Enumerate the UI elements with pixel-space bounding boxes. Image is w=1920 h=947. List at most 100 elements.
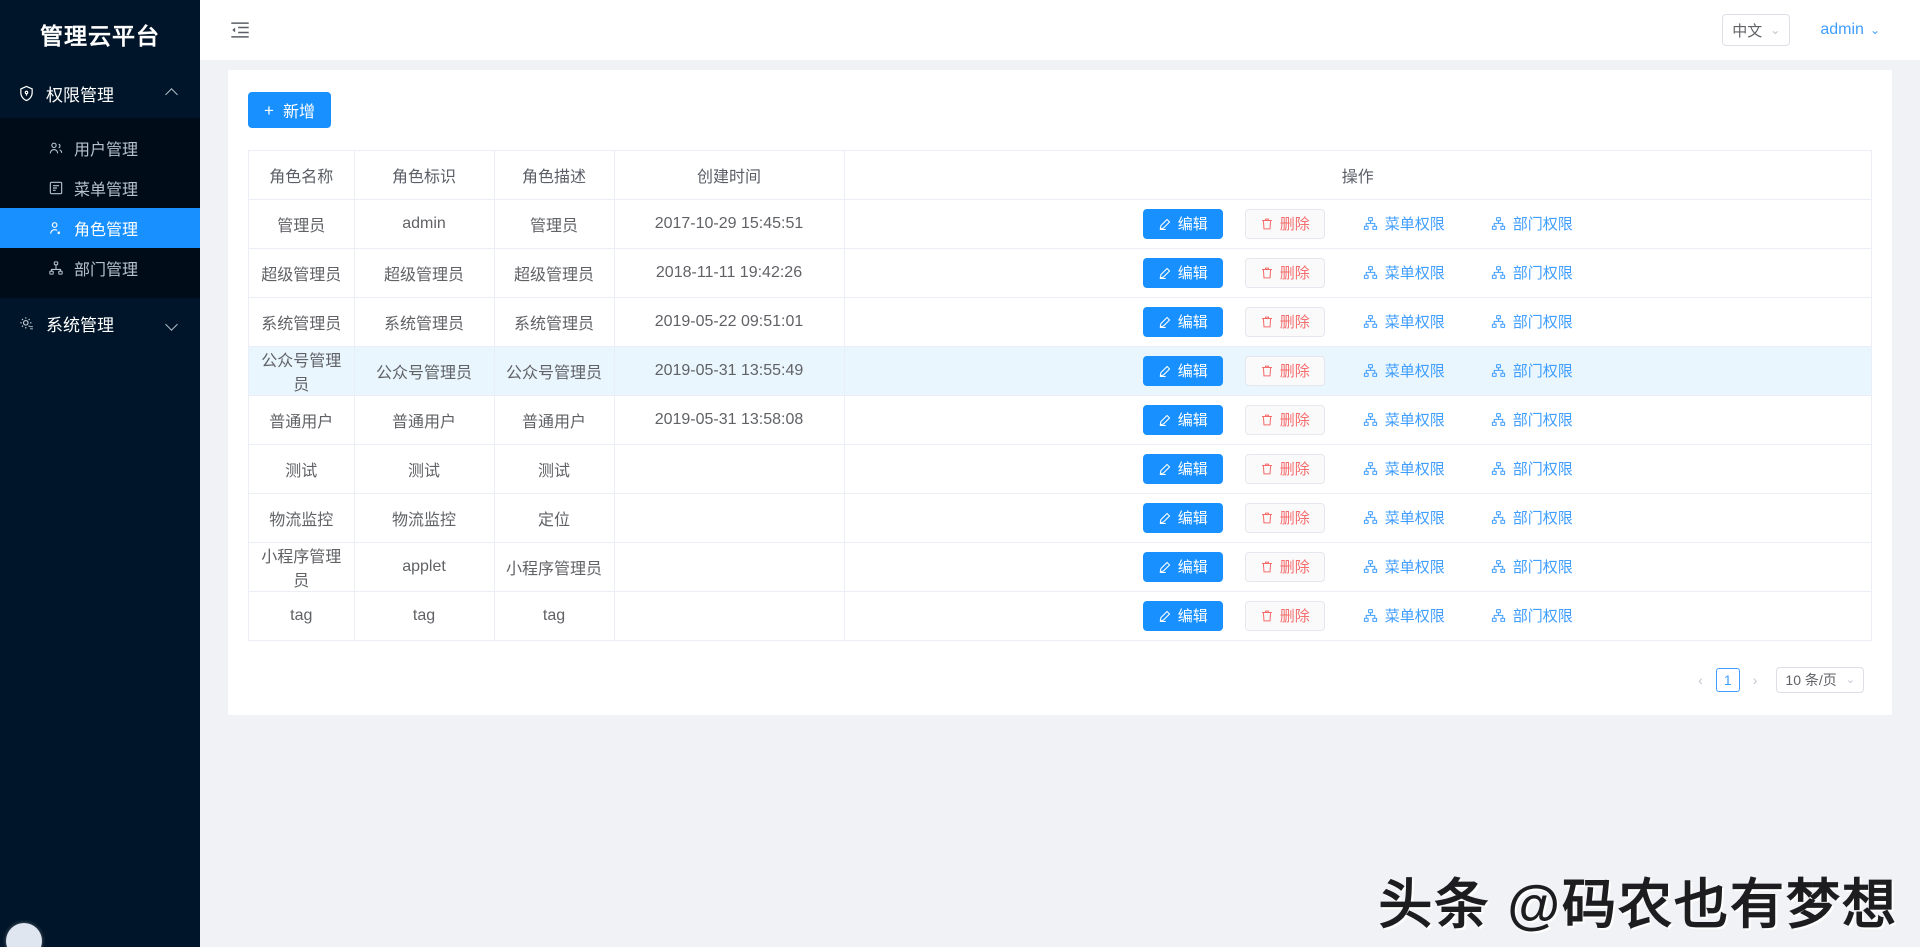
edit-button[interactable]: 编辑 — [1142, 453, 1223, 484]
edit-button[interactable]: 编辑 — [1142, 502, 1223, 533]
role-user-icon — [48, 220, 64, 236]
chevron-up-icon[interactable] — [166, 87, 178, 99]
delete-button[interactable]: 删除 — [1244, 208, 1325, 239]
pencil-icon — [1158, 315, 1172, 329]
department-permission-link[interactable]: 部门权限 — [1491, 507, 1573, 528]
department-permission-link[interactable]: 部门权限 — [1491, 262, 1573, 283]
menu-list-icon — [48, 180, 64, 196]
edit-button-label: 编辑 — [1177, 608, 1208, 625]
submenu-bottom-spacer — [0, 288, 200, 298]
page-size-select[interactable]: 10 条/页 ⌄ — [1776, 666, 1864, 693]
delete-button[interactable]: 删除 — [1244, 551, 1325, 582]
department-permission-link[interactable]: 部门权限 — [1491, 409, 1573, 430]
table-row[interactable]: 超级管理员 超级管理员 超级管理员 2018-11-11 19:42:26 编辑 删除 菜单… — [249, 248, 1871, 298]
apartment-icon — [1363, 216, 1378, 231]
edit-button[interactable]: 编辑 — [1142, 208, 1223, 239]
menu-permission-link[interactable]: 菜单权限 — [1363, 458, 1445, 479]
edit-button[interactable]: 编辑 — [1142, 306, 1223, 337]
language-select[interactable]: 中文 ⌄ — [1722, 14, 1791, 46]
scroll-to-top-button[interactable] — [6, 923, 42, 947]
chevron-down-icon: ⌄ — [1845, 674, 1855, 686]
menu-fold-icon[interactable] — [228, 18, 252, 42]
cell-created-time: 2019-05-31 13:58:08 — [614, 395, 845, 445]
table-row[interactable]: 系统管理员 系统管理员 系统管理员 2019-05-22 09:51:01 编辑 删除 菜单… — [249, 297, 1871, 347]
edit-button[interactable]: 编辑 — [1142, 600, 1223, 631]
delete-button-label: 删除 — [1279, 412, 1310, 429]
menu-permission-link[interactable]: 菜单权限 — [1363, 605, 1445, 626]
col-header-role-name: 角色名称 — [249, 151, 355, 200]
cell-created-time — [614, 444, 845, 494]
sidebar-item-role-management-label: 角色管理 — [74, 222, 139, 239]
gear-settings-icon — [18, 315, 35, 332]
delete-button[interactable]: 删除 — [1244, 600, 1325, 631]
apartment-icon — [1491, 510, 1506, 525]
table-row[interactable]: tag tag tag 编辑 删除 菜单权限 部门权限 — [249, 591, 1871, 641]
cell-role-desc: 系统管理员 — [494, 297, 615, 347]
delete-button[interactable]: 删除 — [1244, 404, 1325, 435]
sidebar-group-permission[interactable]: 权限管理 — [0, 68, 200, 118]
department-permission-link[interactable]: 部门权限 — [1491, 556, 1573, 577]
menu-permission-link[interactable]: 菜单权限 — [1363, 213, 1445, 234]
department-permission-link-label: 部门权限 — [1512, 510, 1573, 527]
delete-button[interactable]: 删除 — [1244, 453, 1325, 484]
table-row[interactable]: 小程序管理员 applet 小程序管理员 编辑 删除 菜单权限 部门权限 — [249, 542, 1871, 592]
cell-role-desc: 公众号管理员 — [494, 346, 615, 396]
sidebar-group-system[interactable]: 系统管理 — [0, 298, 200, 348]
chevron-right-icon[interactable]: › — [1748, 672, 1763, 688]
department-permission-link[interactable]: 部门权限 — [1491, 213, 1573, 234]
sidebar-item-user-management[interactable]: 用户管理 — [0, 128, 200, 168]
apartment-icon — [1363, 510, 1378, 525]
menu-permission-link[interactable]: 菜单权限 — [1363, 311, 1445, 332]
page-number-1[interactable]: 1 — [1715, 667, 1740, 692]
menu-permission-link[interactable]: 菜单权限 — [1363, 360, 1445, 381]
submenu-top-spacer — [0, 118, 200, 128]
language-select-value: 中文 — [1732, 22, 1763, 40]
topbar-right-controls: 中文 ⌄ admin ⌄ — [1722, 14, 1880, 46]
cell-role-key: admin — [354, 199, 495, 249]
edit-button[interactable]: 编辑 — [1142, 257, 1223, 288]
add-role-button[interactable]: + 新增 — [248, 92, 331, 128]
cell-role-desc: 测试 — [494, 444, 615, 494]
sidebar-item-role-management[interactable]: 角色管理 — [0, 208, 200, 248]
role-management-card: + 新增 角色名称 角色标识 角色描述 创建时间 操作 管理员 admin 管理… — [228, 70, 1892, 715]
table-row[interactable]: 普通用户 普通用户 普通用户 2019-05-31 13:58:08 编辑 删除 菜单权限部… — [249, 395, 1871, 445]
department-permission-link-label: 部门权限 — [1512, 559, 1573, 576]
table-row[interactable]: 测试 测试 测试 编辑 删除 菜单权限 部门权限 — [249, 444, 1871, 494]
menu-permission-link[interactable]: 菜单权限 — [1363, 507, 1445, 528]
table-row[interactable]: 物流监控 物流监控 定位 编辑 删除 菜单权限 部门权限 — [249, 493, 1871, 543]
sidebar-item-department-management[interactable]: 部门管理 — [0, 248, 200, 288]
menu-permission-link[interactable]: 菜单权限 — [1363, 556, 1445, 577]
delete-button[interactable]: 删除 — [1244, 502, 1325, 533]
pencil-icon — [1158, 413, 1172, 427]
apartment-icon — [1491, 265, 1506, 280]
page-size-value: 10 条/页 — [1785, 671, 1837, 688]
cell-created-time — [614, 591, 845, 641]
delete-button-label: 删除 — [1279, 314, 1310, 331]
chevron-left-icon[interactable]: ‹ — [1693, 672, 1708, 688]
edit-button[interactable]: 编辑 — [1142, 404, 1223, 435]
department-permission-link[interactable]: 部门权限 — [1491, 605, 1573, 626]
table-row[interactable]: 公众号管理员 公众号管理员 公众号管理员 2019-05-31 13:55:49 编辑删… — [249, 346, 1871, 396]
department-permission-link[interactable]: 部门权限 — [1491, 458, 1573, 479]
sidebar-item-menu-management[interactable]: 菜单管理 — [0, 168, 200, 208]
role-table-body: 管理员 admin 管理员 2017-10-29 15:45:51 编辑 删除 菜单权限 部门… — [249, 199, 1871, 641]
edit-button[interactable]: 编辑 — [1142, 551, 1223, 582]
chevron-down-icon[interactable] — [166, 317, 178, 329]
department-permission-link[interactable]: 部门权限 — [1491, 311, 1573, 332]
table-row[interactable]: 管理员 admin 管理员 2017-10-29 15:45:51 编辑 删除 菜单权限 部门… — [249, 199, 1871, 249]
apartment-icon — [1491, 216, 1506, 231]
menu-permission-link[interactable]: 菜单权限 — [1363, 409, 1445, 430]
table-header-row: 角色名称 角色标识 角色描述 创建时间 操作 — [249, 151, 1871, 200]
edit-button[interactable]: 编辑 — [1142, 355, 1223, 386]
cell-role-desc: 小程序管理员 — [494, 542, 615, 592]
delete-button[interactable]: 删除 — [1244, 355, 1325, 386]
delete-button[interactable]: 删除 — [1244, 306, 1325, 337]
pencil-icon — [1158, 364, 1172, 378]
menu-permission-link[interactable]: 菜单权限 — [1363, 262, 1445, 283]
user-menu[interactable]: admin ⌄ — [1820, 21, 1880, 39]
app-root: 管理云平台 权限管理 用户管理 菜单管理 角色管理 部门管理 系统管理 中文 ⌄… — [0, 0, 1920, 947]
edit-button-label: 编辑 — [1177, 559, 1208, 576]
department-permission-link[interactable]: 部门权限 — [1491, 360, 1573, 381]
trash-icon — [1260, 364, 1274, 378]
delete-button[interactable]: 删除 — [1244, 257, 1325, 288]
